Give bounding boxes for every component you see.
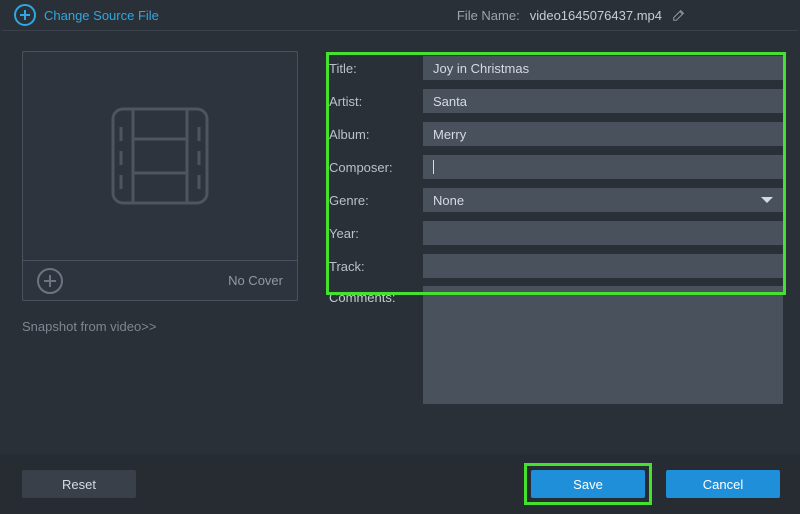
text-cursor (433, 160, 434, 174)
edit-filename-button[interactable] (672, 8, 686, 22)
label-album: Album: (329, 127, 423, 142)
input-title[interactable] (423, 56, 783, 80)
metadata-form: Title: Artist: Album: Composer: Genre: N… (329, 55, 783, 404)
plus-circle-icon (14, 4, 36, 26)
file-name-label: File Name: (457, 8, 520, 23)
row-composer: Composer: (329, 154, 783, 180)
input-comments[interactable] (423, 286, 783, 404)
label-genre: Genre: (329, 193, 423, 208)
row-album: Album: (329, 121, 783, 147)
label-track: Track: (329, 259, 423, 274)
row-genre: Genre: None (329, 187, 783, 213)
file-name-value: video1645076437.mp4 (530, 8, 662, 23)
file-name-display: File Name: video1645076437.mp4 (457, 8, 786, 23)
add-cover-button[interactable] (37, 268, 63, 294)
pencil-icon (672, 8, 686, 22)
input-album[interactable] (423, 122, 783, 146)
change-source-button[interactable]: Change Source File (14, 4, 159, 26)
top-bar: Change Source File File Name: video16450… (0, 0, 800, 30)
row-title: Title: (329, 55, 783, 81)
save-highlight-box: Save (524, 463, 652, 505)
input-year[interactable] (423, 221, 783, 245)
reset-button[interactable]: Reset (22, 470, 136, 498)
cover-panel: No Cover (22, 51, 298, 301)
row-year: Year: (329, 220, 783, 246)
label-comments: Comments: (329, 286, 423, 305)
cover-placeholder (23, 52, 297, 260)
label-artist: Artist: (329, 94, 423, 109)
cancel-button[interactable]: Cancel (666, 470, 780, 498)
row-artist: Artist: (329, 88, 783, 114)
row-comments: Comments: (329, 286, 783, 404)
chevron-down-icon (761, 197, 773, 203)
change-source-label: Change Source File (44, 8, 159, 23)
film-icon (105, 101, 215, 211)
cover-footer: No Cover (23, 260, 297, 300)
save-button[interactable]: Save (531, 470, 645, 498)
select-genre-value: None (433, 193, 464, 208)
input-composer[interactable] (423, 155, 783, 179)
bottom-bar: Reset Save Cancel (0, 454, 800, 514)
row-track: Track: (329, 253, 783, 279)
select-genre[interactable]: None (423, 188, 783, 212)
no-cover-label: No Cover (228, 273, 283, 288)
label-year: Year: (329, 226, 423, 241)
main-area: No Cover Snapshot from video>> Title: Ar… (0, 31, 800, 441)
input-track[interactable] (423, 254, 783, 278)
label-title: Title: (329, 61, 423, 76)
label-composer: Composer: (329, 160, 423, 175)
input-artist[interactable] (423, 89, 783, 113)
